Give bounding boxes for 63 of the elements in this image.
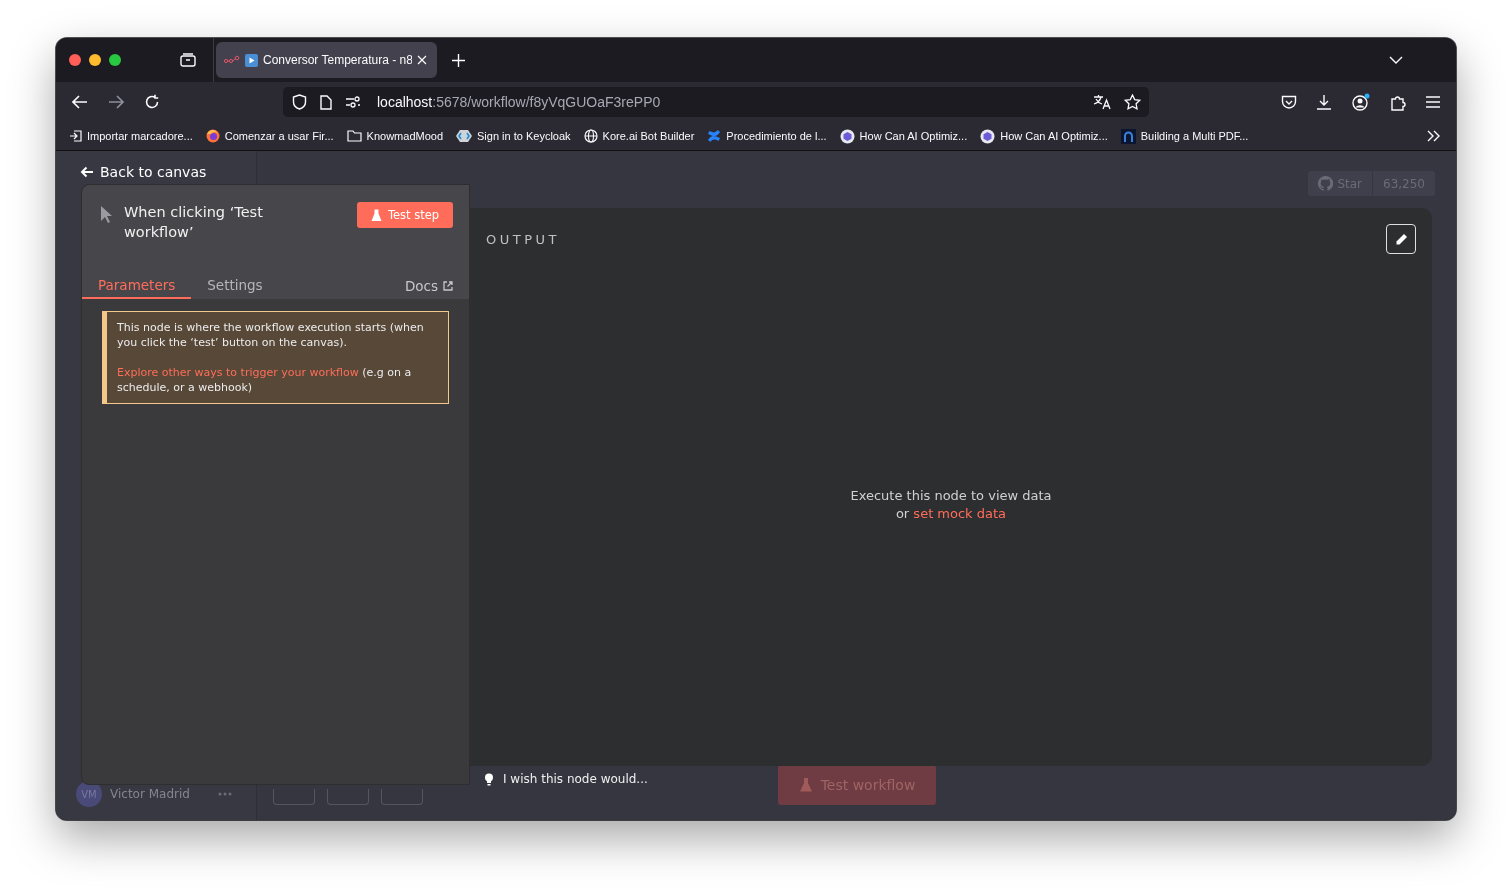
node-title: When clicking ‘Test workflow’: [124, 203, 264, 242]
back-icon[interactable]: [72, 95, 88, 109]
reload-icon[interactable]: [144, 94, 160, 110]
pointer-icon: [100, 205, 113, 223]
edit-button[interactable]: [1386, 224, 1416, 254]
bookmark[interactable]: Procedimiento de l...: [707, 129, 827, 143]
bookmark[interactable]: How Can AI Optimiz...: [980, 128, 1108, 144]
keycloak-icon: [456, 130, 473, 142]
pencil-icon: [1394, 232, 1408, 246]
star-icon[interactable]: [1124, 94, 1141, 110]
forward-icon[interactable]: [108, 95, 124, 109]
pocket-icon[interactable]: [1281, 94, 1297, 110]
bookmark[interactable]: Comenzar a usar Fir...: [205, 129, 334, 143]
arch-icon: [1120, 128, 1136, 144]
feedback-prompt[interactable]: I wish this node would...: [484, 772, 648, 786]
shield-icon[interactable]: [292, 94, 307, 110]
back-arrow-icon: [80, 166, 94, 178]
tray-icon[interactable]: [180, 53, 196, 67]
play-icon: [245, 53, 258, 67]
account-icon[interactable]: [1351, 93, 1371, 111]
workflow-icon: [224, 55, 240, 65]
page-icon[interactable]: [320, 94, 332, 110]
puzzle-icon[interactable]: [1390, 93, 1407, 111]
address-bar[interactable]: localhost:5678/workflow/f8yVqGUOaF3rePP0: [283, 87, 1149, 117]
permissions-icon[interactable]: [345, 96, 361, 108]
user-name: Victor Madrid: [110, 787, 191, 801]
panel-tab[interactable]: Settings: [191, 272, 279, 299]
new-tab-icon[interactable]: [452, 53, 465, 67]
translate-icon[interactable]: [1093, 94, 1111, 110]
empty-message: Execute this node to view data: [850, 487, 1052, 505]
minimize-button[interactable]: [89, 54, 101, 66]
bookmark[interactable]: KnowmadMood: [346, 130, 444, 142]
external-link-icon: [443, 280, 453, 291]
chevron-down-icon[interactable]: [1389, 56, 1403, 64]
bookmark[interactable]: Sign in to Keycloak: [456, 130, 571, 142]
notice-text: Explore other ways to trigger your workflow (e.g on a schedule, or a webhook): [117, 365, 413, 395]
wave-icon: [707, 129, 722, 143]
mock-data-link[interactable]: set mock data: [913, 506, 1007, 521]
double-chevron-icon[interactable]: [1427, 130, 1441, 142]
flask-icon: [798, 777, 813, 793]
close-icon[interactable]: [417, 55, 427, 65]
bookmark[interactable]: Building a Multi PDF...: [1120, 128, 1249, 144]
import-icon: [69, 130, 82, 142]
flask-icon: [370, 208, 382, 222]
or-text: or: [895, 506, 910, 521]
notice-text: This node is where the workflow execution starts (when you click the ‘test’ button on the canvas).: [117, 320, 425, 350]
fox-icon: [205, 129, 220, 143]
folder-icon: [346, 130, 362, 142]
output-title: OUTPUT: [486, 232, 560, 247]
back-to-canvas-link[interactable]: Back to canvas: [80, 164, 207, 180]
bookmark[interactable]: Importar marcadore...: [69, 130, 193, 142]
browser-tab[interactable]: Conversor Temperatura - n8: [216, 42, 437, 78]
bookmark[interactable]: Kore.ai Bot Builder: [583, 129, 695, 143]
close-button[interactable]: [69, 54, 81, 66]
url-text: localhost:5678/workflow/f8yVqGUOaF3rePP0: [377, 94, 661, 110]
maximize-button[interactable]: [109, 54, 121, 66]
bookmark[interactable]: How Can AI Optimiz...: [839, 128, 968, 144]
lightbulb-icon: [484, 772, 494, 786]
github-icon: [1318, 176, 1334, 191]
download-icon[interactable]: [1316, 94, 1332, 110]
globe-icon: [583, 129, 598, 143]
docs-link[interactable]: Docs: [404, 272, 453, 299]
menu-icon[interactable]: [1426, 96, 1440, 108]
